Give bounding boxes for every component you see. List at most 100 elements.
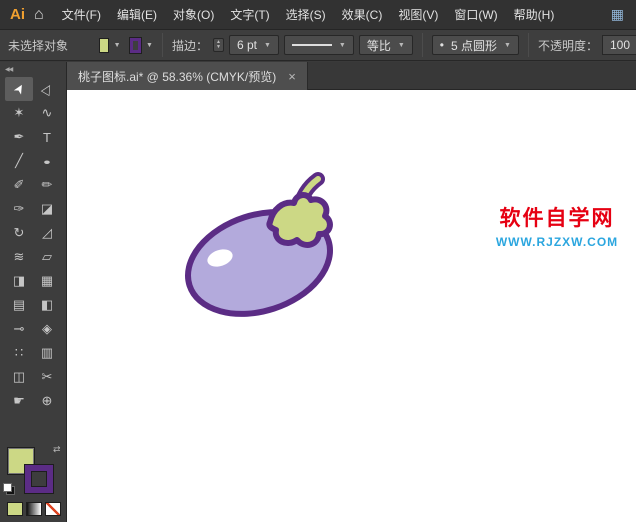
pen-tool[interactable]: ✒ (5, 125, 33, 149)
fill-dropdown-icon[interactable]: ▼ (114, 42, 121, 49)
column-graph-tool[interactable]: ▥ (33, 341, 61, 365)
width-tool-icon: ≋ (13, 249, 25, 264)
eyedropper-tool[interactable]: ⊸ (5, 317, 33, 341)
width-profile-select[interactable]: 等比 ▼ (358, 35, 413, 55)
paintbrush-tool[interactable]: ✐ (5, 173, 33, 197)
fill-color-swatch[interactable] (99, 37, 109, 53)
stroke-weight-stepper[interactable]: ▲ ▼ (213, 38, 224, 52)
selection-status: 未选择对象 (8, 38, 69, 53)
close-icon[interactable]: × (288, 70, 296, 83)
selection-tool[interactable]: ➤ (5, 77, 33, 101)
document-tab[interactable]: 桃子图标.ai* @ 58.36% (CMYK/预览) × (67, 62, 308, 90)
paintbrush-icon: ✐ (13, 177, 25, 192)
mesh-tool[interactable]: ▤ (5, 293, 33, 317)
column-graph-icon: ▥ (40, 345, 54, 360)
chevron-down-icon: ▼ (338, 41, 346, 49)
tools-panel: ◀◀ ➤ ▷ ✶ ∿ ✒ T ╱ ● ✐ ✏ ✑ ◪ ↻ ◿ ≋ ▱ ◨ ▦ ▤… (0, 62, 67, 522)
opacity-value-field[interactable]: 100 (601, 35, 636, 55)
home-icon[interactable]: ⌂ (32, 6, 54, 24)
artboard-tool[interactable]: ◫ (5, 365, 33, 389)
magic-wand-tool[interactable]: ✶ (5, 101, 33, 125)
magic-wand-icon: ✶ (13, 105, 25, 120)
pencil-icon: ✏ (41, 177, 53, 192)
workspace-switcher-icon[interactable]: ▦ (611, 6, 630, 23)
menu-select[interactable]: 选择(S) (278, 1, 334, 28)
eraser-tool[interactable]: ◪ (33, 197, 61, 221)
swap-fill-stroke-icon[interactable]: ⇄ (53, 444, 61, 455)
width-tool[interactable]: ≋ (5, 245, 33, 269)
menu-type[interactable]: 文字(T) (222, 1, 277, 28)
stroke-style-preview-icon (291, 44, 332, 46)
blob-brush-tool[interactable]: ✑ (5, 197, 33, 221)
gradient-icon: ◧ (40, 297, 54, 312)
selection-icon: ➤ (9, 80, 28, 98)
gradient-mode-button[interactable] (26, 502, 42, 516)
none-mode-button[interactable] (45, 502, 61, 516)
shape-builder-icon: ◨ (12, 273, 26, 288)
eraser-icon: ◪ (40, 201, 54, 216)
stroke-dropdown-icon[interactable]: ▼ (146, 42, 153, 49)
menu-edit[interactable]: 编辑(E) (109, 1, 165, 28)
stepper-down-icon[interactable]: ▼ (216, 45, 221, 50)
menu-file[interactable]: 文件(F) (54, 1, 109, 28)
control-bar: 未选择对象 ▼ ▼ 描边： ▲ ▼ 6 pt ▼ ▼ 等比 ▼ • 5 点圆形 … (0, 30, 636, 61)
symbol-sprayer-tool[interactable]: ∷ (5, 341, 33, 365)
perspective-grid-tool[interactable]: ▦ (33, 269, 61, 293)
gradient-tool[interactable]: ◧ (33, 293, 61, 317)
illustrator-window: Ai ⌂ 文件(F) 编辑(E) 对象(O) 文字(T) 选择(S) 效果(C)… (0, 0, 636, 522)
pencil-tool[interactable]: ✏ (33, 173, 61, 197)
free-transform-tool[interactable]: ▱ (33, 245, 61, 269)
lasso-tool[interactable]: ∿ (33, 101, 61, 125)
slice-tool[interactable]: ✂ (33, 365, 61, 389)
free-transform-icon: ▱ (42, 249, 52, 264)
menu-effect[interactable]: 效果(C) (334, 1, 391, 28)
eggplant-artwork[interactable] (177, 170, 427, 370)
hand-icon: ☛ (13, 393, 25, 408)
lasso-icon: ∿ (41, 105, 53, 120)
tools-panel-collapse[interactable]: ◀◀ (0, 62, 66, 77)
default-fill-stroke-icon[interactable] (3, 483, 15, 495)
watermark: 软件自学网 WWW.RJZXW.COM (475, 202, 636, 249)
document-tab-title: 桃子图标.ai* @ 58.36% (CMYK/预览) (78, 69, 277, 84)
menu-bar: Ai ⌂ 文件(F) 编辑(E) 对象(O) 文字(T) 选择(S) 效果(C)… (0, 0, 636, 30)
separator (421, 33, 423, 57)
width-profile-value: 等比 (366, 38, 391, 53)
zoom-icon: ⊕ (41, 393, 53, 408)
shape-builder-tool[interactable]: ◨ (5, 269, 33, 293)
type-tool[interactable]: T (33, 125, 61, 149)
menu-help[interactable]: 帮助(H) (506, 1, 563, 28)
menu-window[interactable]: 窗口(W) (446, 1, 505, 28)
document-tab-bar: 桃子图标.ai* @ 58.36% (CMYK/预览) × (67, 62, 636, 90)
opacity-label: 不透明度： (537, 38, 598, 53)
line-segment-tool[interactable]: ╱ (5, 149, 33, 173)
direct-selection-icon: ▷ (37, 80, 56, 97)
app-logo: Ai (10, 6, 25, 23)
chevron-down-icon: ▼ (397, 41, 405, 49)
stroke-weight-select[interactable]: 6 pt ▼ (228, 35, 279, 55)
artboard-canvas: 软件自学网 WWW.RJZXW.COM (67, 90, 636, 522)
scale-tool[interactable]: ◿ (33, 221, 61, 245)
color-mode-button[interactable] (7, 502, 23, 516)
scale-icon: ◿ (42, 225, 52, 240)
menu-view[interactable]: 视图(V) (390, 1, 446, 28)
stroke-weight-label: 描边： (171, 38, 208, 53)
perspective-grid-icon: ▦ (40, 273, 54, 288)
stroke-style-select[interactable]: ▼ (283, 35, 354, 55)
menu-object[interactable]: 对象(O) (165, 1, 222, 28)
stroke-color-swatch[interactable] (128, 36, 143, 54)
blend-tool[interactable]: ◈ (33, 317, 61, 341)
stroke-color-control[interactable] (25, 465, 53, 493)
rotate-tool[interactable]: ↻ (5, 221, 33, 245)
chevron-down-icon: ▼ (263, 41, 271, 49)
direct-selection-tool[interactable]: ▷ (33, 77, 61, 101)
brush-definition-select[interactable]: • 5 点圆形 ▼ (431, 35, 519, 55)
blend-icon: ◈ (42, 321, 52, 336)
ellipse-tool[interactable]: ● (33, 149, 61, 173)
line-segment-icon: ╱ (15, 153, 23, 168)
blob-brush-icon: ✑ (13, 201, 25, 216)
type-icon: T (43, 129, 51, 145)
hand-tool[interactable]: ☛ (5, 389, 33, 413)
zoom-tool[interactable]: ⊕ (33, 389, 61, 413)
opacity-group: 不透明度： 100 (538, 35, 636, 55)
eggplant-calyx[interactable] (266, 192, 333, 248)
